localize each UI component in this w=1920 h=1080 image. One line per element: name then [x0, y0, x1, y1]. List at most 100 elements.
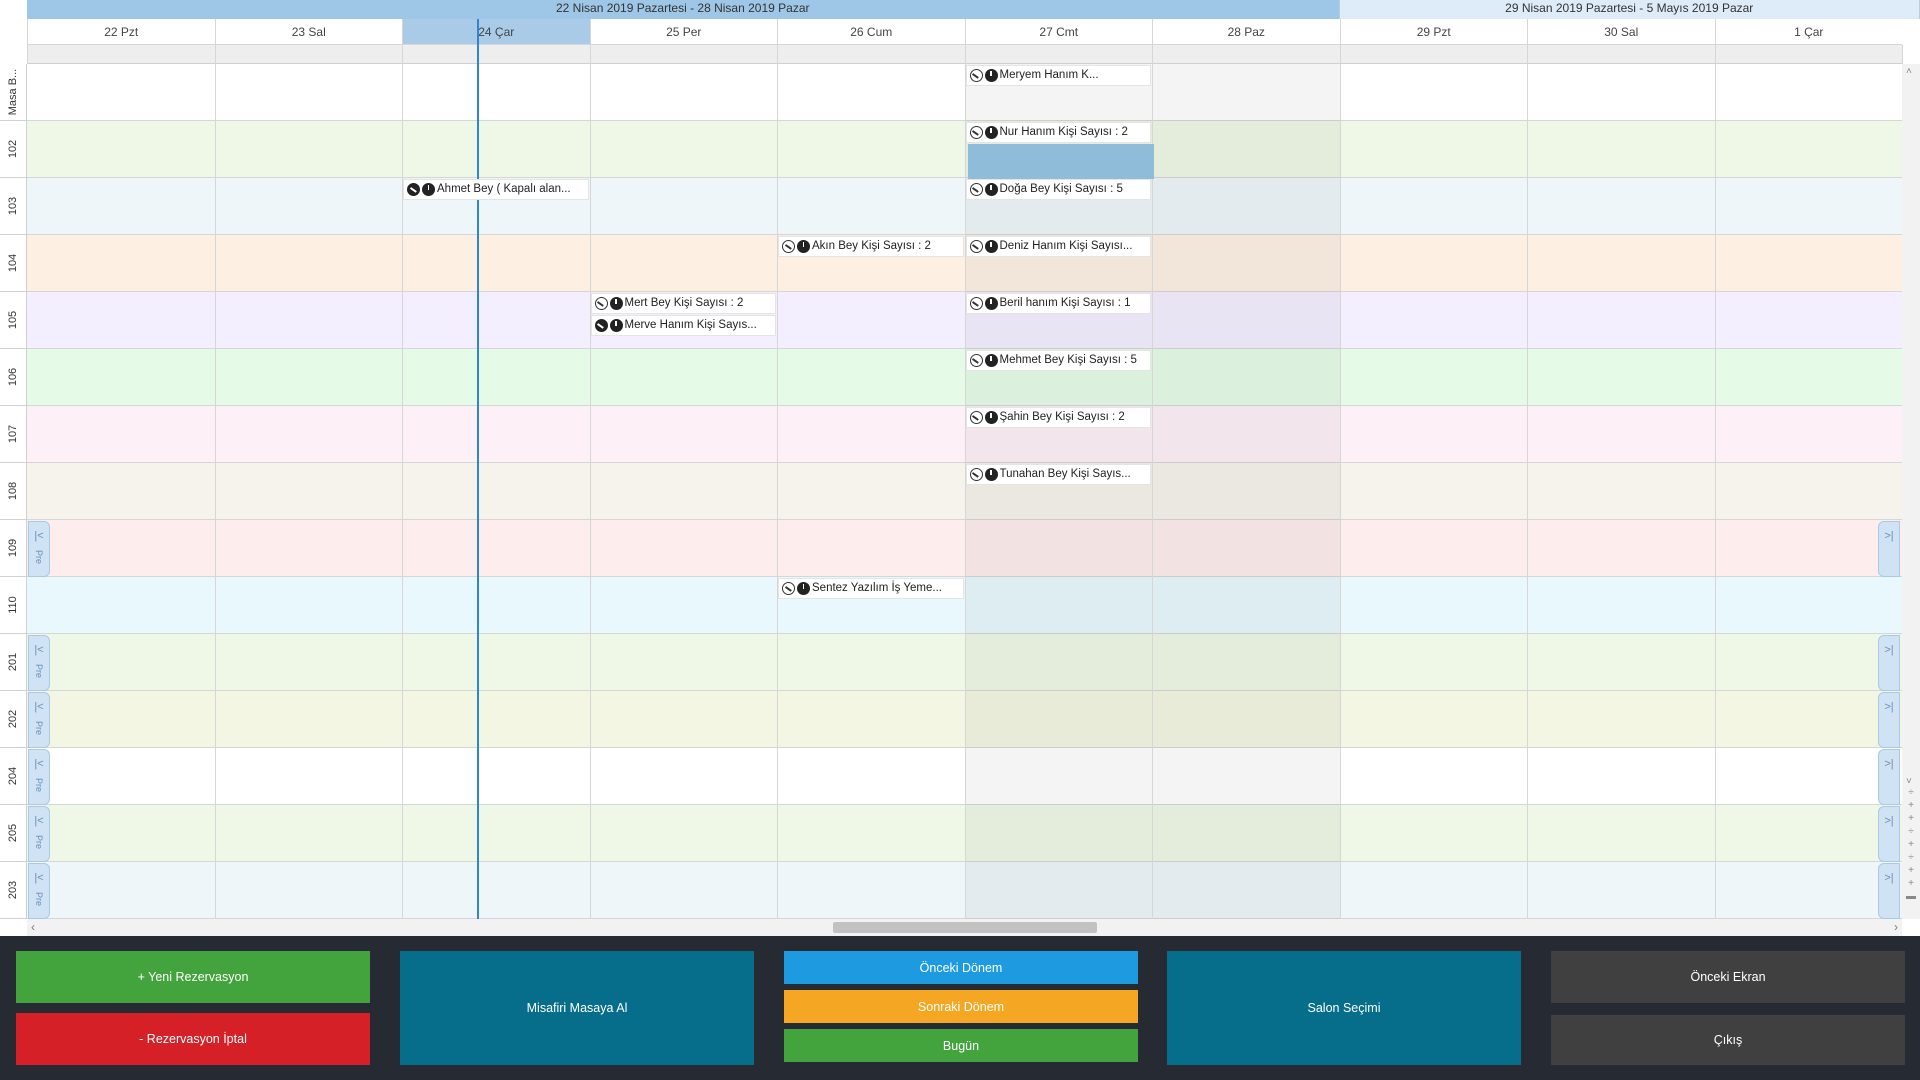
- day-header[interactable]: 22 Pzt: [27, 19, 215, 45]
- scroll-up-icon[interactable]: ˄: [1906, 66, 1912, 77]
- all-day-cell[interactable]: [27, 45, 215, 64]
- day-header[interactable]: 28 Paz: [1152, 19, 1340, 45]
- reservation-appointment[interactable]: Tunahan Bey Kişi Sayıs...: [965, 464, 1151, 485]
- reservation-appointment[interactable]: Merve Hanım Kişi Sayıs...: [590, 315, 776, 336]
- next-appointment-button[interactable]: >|: [1878, 635, 1900, 691]
- scroll-right-icon[interactable]: ›: [1894, 920, 1898, 934]
- reservation-status-icon: [969, 240, 983, 253]
- previous-screen-button[interactable]: Önceki Ekran: [1551, 951, 1905, 1003]
- appointment-text: Beril hanım Kişi Sayısı : 1: [999, 297, 1131, 309]
- reservation-appointment[interactable]: Doğa Bey Kişi Sayısı : 5: [965, 179, 1151, 200]
- current-time-line: [477, 19, 479, 919]
- reservation-appointment[interactable]: Şahin Bey Kişi Sayısı : 2: [965, 407, 1151, 428]
- resource-label: 110: [0, 577, 27, 634]
- resource-label: 203: [0, 862, 27, 919]
- all-day-cell[interactable]: [1152, 45, 1340, 64]
- resource-label-text: 108: [7, 481, 19, 501]
- reservation-appointment[interactable]: Mehmet Bey Kişi Sayısı : 5: [965, 350, 1151, 371]
- day-grid-line: [777, 45, 778, 919]
- resource-label-text: 105: [7, 310, 19, 330]
- previous-appointment-button[interactable]: |< Pre: [28, 806, 50, 862]
- all-day-cell[interactable]: [214, 45, 403, 64]
- exit-button[interactable]: Çıkış: [1551, 1015, 1905, 1065]
- reservation-appointment[interactable]: Beril hanım Kişi Sayısı : 1: [965, 293, 1151, 314]
- weekend-column: [1152, 64, 1340, 919]
- resource-label: 102: [0, 121, 27, 178]
- resource-label-text: 202: [7, 709, 19, 729]
- all-day-cell[interactable]: [402, 45, 590, 64]
- today-button[interactable]: Bugün: [784, 1029, 1138, 1062]
- reservation-appointment[interactable]: Nur Hanım Kişi Sayısı : 2: [965, 122, 1151, 143]
- horizontal-scroll-thumb[interactable]: [833, 922, 1097, 933]
- all-day-cell[interactable]: [1527, 45, 1715, 64]
- next-appointment-button[interactable]: >|: [1878, 749, 1900, 805]
- previous-appointment-button[interactable]: |< Pre: [28, 863, 50, 919]
- previous-appointment-button[interactable]: |< Pre: [28, 692, 50, 748]
- previous-appointment-button[interactable]: |< Pre: [28, 521, 50, 577]
- cancel-reservation-button[interactable]: - Rezervasyon İptal: [16, 1013, 370, 1065]
- previous-arrow-icon: |<: [34, 815, 44, 827]
- all-day-cell[interactable]: [1339, 45, 1528, 64]
- resource-label-text: 103: [7, 196, 19, 216]
- zoom-tick-icon: +: [1908, 865, 1914, 876]
- reservation-appointment[interactable]: Meryem Hanım K...: [965, 65, 1151, 86]
- zoom-tick-icon: +: [1908, 813, 1914, 824]
- previous-appointment-label: Pre: [34, 663, 44, 678]
- horizontal-scrollbar[interactable]: ‹ ›: [27, 919, 1902, 936]
- resource-label: 106: [0, 349, 27, 406]
- previous-appointment-button[interactable]: |< Pre: [28, 749, 50, 805]
- day-grid-line: [589, 45, 591, 919]
- day-grid-line: [1527, 45, 1528, 919]
- resource-label: Masa B...: [0, 64, 27, 121]
- resource-label: 204: [0, 748, 27, 805]
- reservation-appointment[interactable]: Sentez Yazılım İş Yeme...: [778, 578, 964, 599]
- new-reservation-button[interactable]: + Yeni Rezervasyon: [16, 951, 370, 1003]
- next-appointment-button[interactable]: >|: [1878, 806, 1900, 862]
- day-header[interactable]: 29 Pzt: [1339, 19, 1527, 45]
- reservation-appointment[interactable]: Deniz Hanım Kişi Sayısı...: [965, 236, 1151, 257]
- reservation-status-icon: [594, 319, 608, 332]
- previous-appointment-label: Pre: [34, 777, 44, 792]
- reservation-appointment[interactable]: Mert Bey Kişi Sayısı : 2: [590, 293, 776, 314]
- next-period-button[interactable]: Sonraki Dönem: [784, 990, 1138, 1023]
- clock-icon: [797, 240, 810, 253]
- all-day-cell[interactable]: [1714, 45, 1903, 64]
- zoom-control[interactable]: ÷ + + ÷ + ÷ + + ▬: [1904, 786, 1918, 916]
- next-appointment-button[interactable]: >|: [1878, 521, 1900, 577]
- next-arrow-icon: >|: [1884, 530, 1894, 542]
- previous-arrow-icon: |<: [34, 644, 44, 656]
- reservation-status-icon: [969, 126, 983, 139]
- reservation-appointment[interactable]: Ahmet Bey ( Kapalı alan...: [403, 179, 589, 200]
- reservation-status-icon: [969, 69, 983, 82]
- clock-icon: [422, 183, 435, 196]
- resource-label: 202: [0, 691, 27, 748]
- reservation-appointment[interactable]: Akın Bey Kişi Sayısı : 2: [778, 236, 964, 257]
- scroll-left-icon[interactable]: ‹: [31, 920, 35, 934]
- zoom-thumb-icon[interactable]: ▬: [1904, 890, 1918, 903]
- day-header[interactable]: 1 Çar: [1714, 19, 1902, 45]
- next-appointment-button[interactable]: >|: [1878, 692, 1900, 748]
- all-day-cell[interactable]: [964, 45, 1153, 64]
- zoom-tick-icon: +: [1908, 839, 1914, 850]
- day-grid-line: [1714, 45, 1716, 919]
- previous-period-button[interactable]: Önceki Dönem: [784, 951, 1138, 984]
- day-header[interactable]: 25 Per: [589, 19, 777, 45]
- selected-slot[interactable]: [968, 144, 1154, 179]
- clock-icon: [984, 354, 998, 367]
- day-header[interactable]: 26 Cum: [777, 19, 965, 45]
- next-appointment-button[interactable]: >|: [1878, 863, 1900, 919]
- previous-appointment-button[interactable]: |< Pre: [28, 635, 50, 691]
- zoom-tick-icon: ÷: [1908, 787, 1914, 798]
- seat-guest-button[interactable]: Misafiri Masaya Al: [400, 951, 754, 1065]
- day-header[interactable]: 30 Sal: [1527, 19, 1715, 45]
- all-day-cell[interactable]: [589, 45, 778, 64]
- previous-arrow-icon: |<: [34, 530, 44, 542]
- day-header[interactable]: 27 Cmt: [964, 19, 1152, 45]
- all-day-cell[interactable]: [777, 45, 965, 64]
- day-header[interactable]: 23 Sal: [214, 19, 402, 45]
- salon-selection-button[interactable]: Salon Seçimi: [1167, 951, 1521, 1065]
- day-header[interactable]: 24 Çar: [402, 19, 590, 45]
- reservation-status-icon: [782, 582, 795, 595]
- appointment-text: Deniz Hanım Kişi Sayısı...: [999, 240, 1133, 252]
- resource-label-text: 203: [7, 880, 19, 900]
